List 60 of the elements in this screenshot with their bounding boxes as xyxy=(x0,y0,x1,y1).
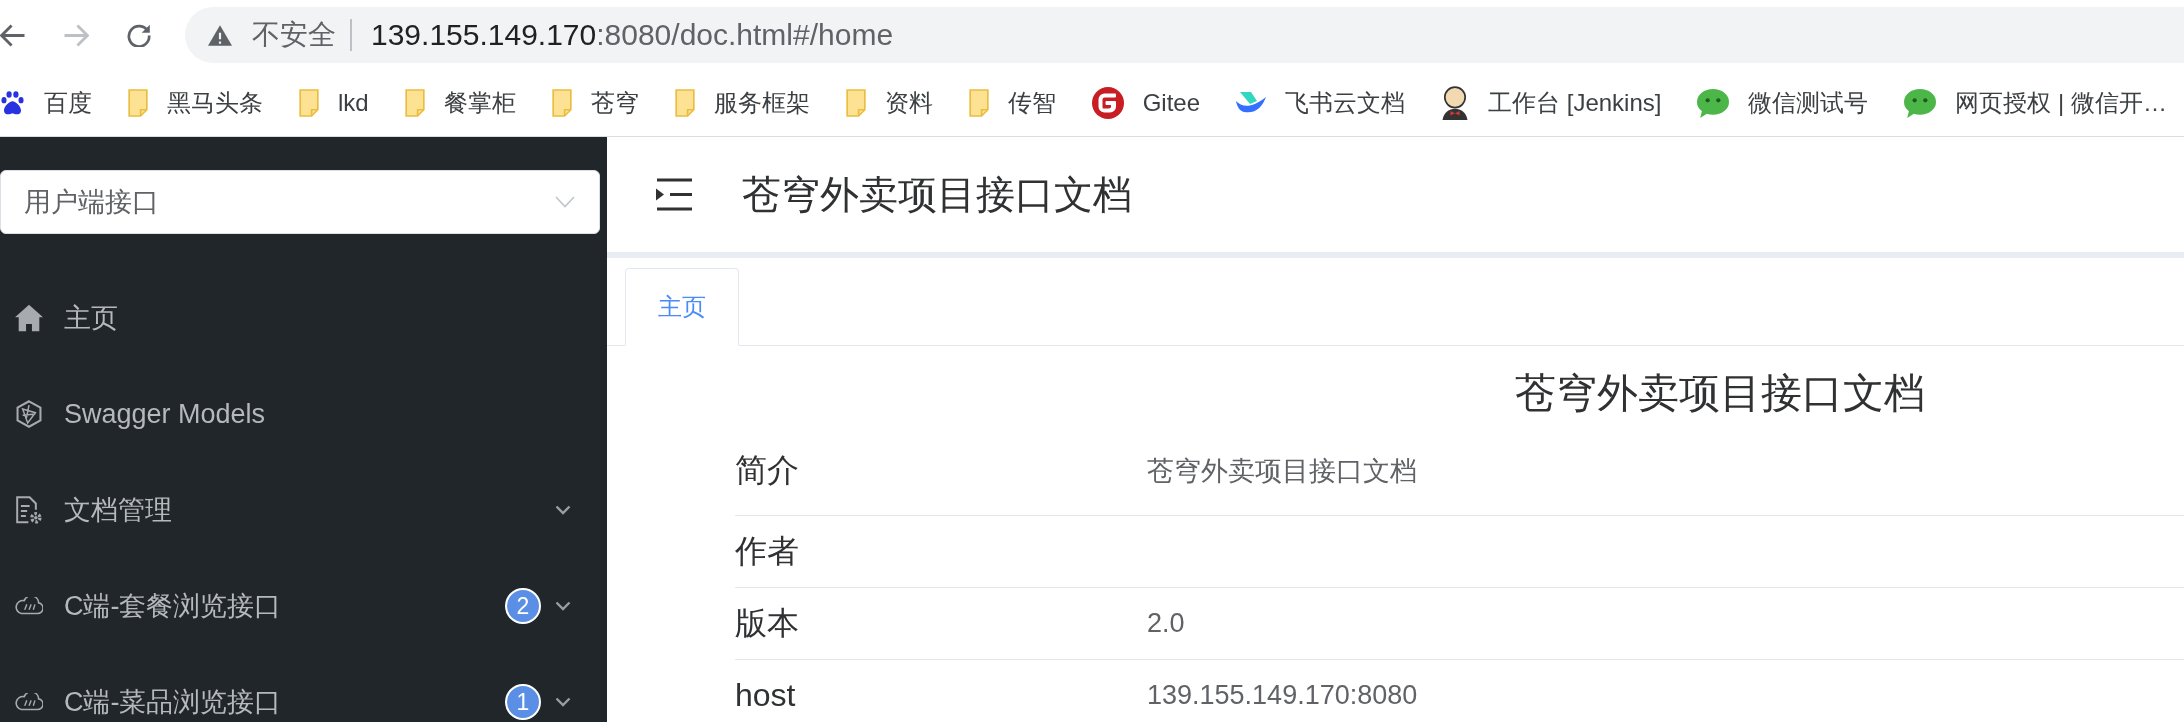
page-title: 苍穹外卖项目接口文档 xyxy=(742,171,1132,218)
info-label: 作者 xyxy=(735,531,800,571)
chat-bubble-icon xyxy=(1697,88,1730,118)
g-logo-icon xyxy=(1091,87,1124,119)
info-label: 版本 xyxy=(735,603,800,643)
folder-icon xyxy=(404,89,425,117)
count-badge: 2 xyxy=(505,588,541,624)
security-label: 不安全 xyxy=(252,18,336,52)
info-value: 139.155.149.170:8080 xyxy=(1147,680,1418,711)
address-bar[interactable]: 不安全 139.155.149.170:8080/doc.html#/home xyxy=(185,7,2184,63)
menu-item[interactable]: 主页 xyxy=(0,270,607,366)
menu-icon xyxy=(655,177,692,212)
folder-icon xyxy=(968,89,989,117)
bookmark-link[interactable]: Gitee xyxy=(1091,87,1201,119)
menu-item[interactable]: C端-套餐浏览接口 2 xyxy=(0,558,607,654)
menu-item[interactable]: C端-菜品浏览接口 1 xyxy=(0,654,607,722)
bookmark-link[interactable]: 苍穹 xyxy=(551,87,639,119)
sidebar-toggle-button[interactable] xyxy=(655,177,692,212)
cloud-icon xyxy=(15,597,43,615)
folder-icon xyxy=(128,89,148,117)
bookmark-link[interactable]: 传智 xyxy=(968,87,1056,119)
warning-icon xyxy=(208,24,232,46)
home-icon xyxy=(15,304,43,332)
bookmark-link[interactable]: 微信测试号 xyxy=(1697,87,1869,119)
bookmark-link[interactable]: 工作台 [Jenkins] xyxy=(1441,86,1662,120)
bookmark-link[interactable]: lkd xyxy=(299,89,369,117)
menu-item[interactable]: Swagger Models xyxy=(0,366,607,462)
document-gear-icon xyxy=(15,496,43,524)
group-select[interactable]: 用户端接口 xyxy=(0,170,600,234)
info-label: 简介 xyxy=(735,450,800,490)
bird-logo-icon xyxy=(1236,92,1267,114)
folder-icon xyxy=(299,89,319,117)
chat-bubble-icon xyxy=(1904,88,1937,118)
paw-icon xyxy=(0,91,25,115)
cloud-icon xyxy=(15,693,43,711)
arrow-left-icon xyxy=(0,23,26,47)
document-title: 苍穹外卖项目接口文档 xyxy=(1515,369,1926,418)
bookmark-link[interactable]: 资料 xyxy=(845,87,933,119)
chevron-down-icon xyxy=(555,196,575,208)
info-value: 苍穹外卖项目接口文档 xyxy=(1147,454,1417,488)
bookmark-link[interactable]: 黑马头条 xyxy=(128,87,263,119)
info-label: host xyxy=(735,677,797,714)
back-button[interactable] xyxy=(0,22,26,48)
bookmark-link[interactable]: 百度 xyxy=(0,87,92,119)
reload-icon xyxy=(126,23,152,47)
info-value: 2.0 xyxy=(1147,608,1185,639)
folder-icon xyxy=(674,89,695,117)
menu-item[interactable]: 文档管理 xyxy=(0,462,607,558)
bookmark-link[interactable]: 服务框架 xyxy=(674,87,810,119)
url-text: 139.155.149.170:8080/doc.html#/home xyxy=(371,18,894,52)
bookmark-link[interactable]: 飞书云文档 xyxy=(1236,87,1406,119)
person-icon xyxy=(1441,86,1470,120)
hexagon-icon xyxy=(15,400,43,428)
folder-icon xyxy=(845,89,866,117)
bookmark-link[interactable]: 餐掌柜 xyxy=(404,87,516,119)
arrow-right-icon xyxy=(63,23,89,47)
bookmark-link[interactable]: 网页授权 | 微信开… xyxy=(1904,87,2168,119)
folder-icon xyxy=(551,89,572,117)
reload-button[interactable] xyxy=(126,22,152,48)
count-badge: 1 xyxy=(505,684,541,720)
